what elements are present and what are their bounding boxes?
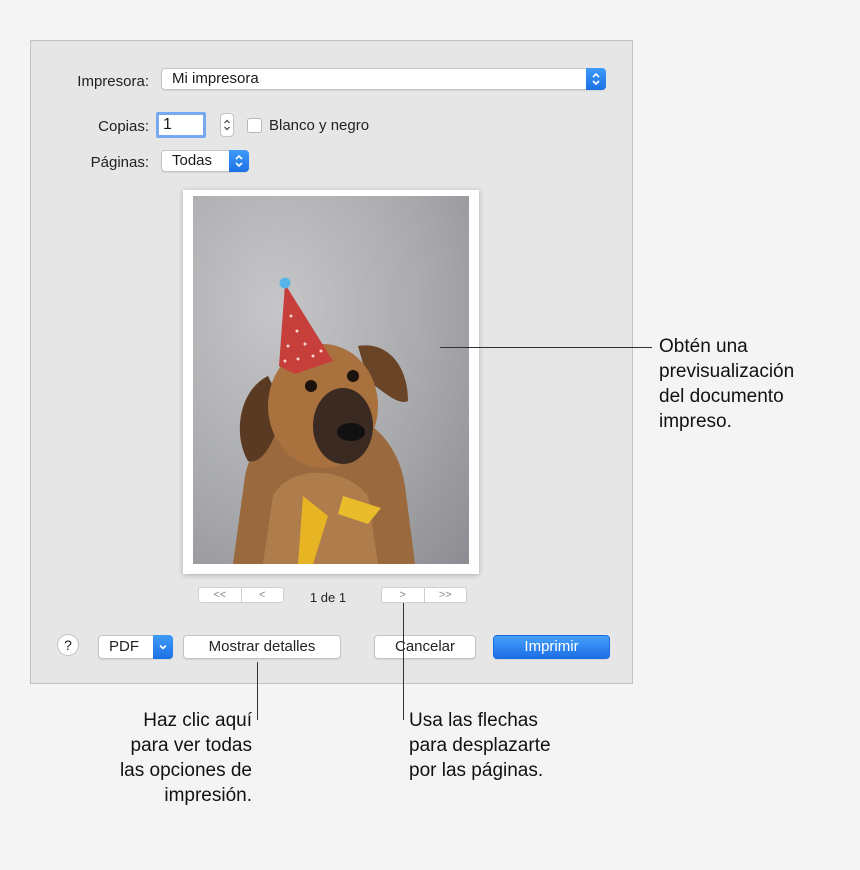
print-preview (183, 190, 479, 574)
callout-line: Haz clic aquí (143, 710, 252, 731)
copies-stepper[interactable] (220, 113, 234, 137)
next-page-button[interactable]: > (382, 588, 424, 602)
pages-value: Todas (172, 152, 213, 169)
nav-back-group: << < (198, 587, 284, 603)
callout-line: previsualización (659, 361, 795, 382)
callout-line: impreso. (659, 411, 732, 432)
preview-callout-line (440, 347, 652, 348)
details-callout-line (257, 662, 258, 720)
help-icon[interactable]: ? (57, 634, 79, 656)
callout-line: las opciones de (119, 760, 252, 781)
callout-line: por las páginas. (409, 760, 544, 781)
copies-label: Copias: (98, 118, 149, 135)
cancel-button[interactable]: Cancelar (374, 635, 476, 659)
details-callout: Haz clic aquí para ver todas las opcione… (60, 708, 252, 808)
callout-line: para ver todas (130, 735, 252, 756)
printer-select[interactable]: Mi impresora (161, 68, 606, 90)
bw-label: Blanco y negro (269, 117, 370, 134)
copies-value: 1 (163, 116, 172, 133)
arrows-callout: Usa las flechas para desplazarte por las… (409, 708, 551, 783)
pdf-menu-button[interactable]: PDF (98, 635, 173, 659)
chevron-down-icon (153, 635, 173, 659)
callout-line: para desplazarte (409, 735, 551, 756)
print-button[interactable]: Imprimir (493, 635, 610, 659)
copies-input[interactable]: 1 (156, 112, 206, 138)
nav-forward-group: > >> (381, 587, 467, 603)
printer-label: Impresora: (77, 73, 149, 90)
pdf-label: PDF (109, 638, 139, 655)
callout-line: impresión. (164, 785, 252, 806)
chevron-updown-icon (586, 68, 606, 90)
callout-line: Obtén una (659, 336, 748, 357)
printer-value: Mi impresora (172, 70, 259, 87)
chevron-updown-icon (224, 119, 230, 131)
bw-checkbox[interactable] (247, 118, 262, 133)
show-details-button[interactable]: Mostrar detalles (183, 635, 341, 659)
prev-page-button[interactable]: < (240, 588, 284, 602)
page-indicator: 1 de 1 (309, 590, 347, 605)
pages-label: Páginas: (90, 154, 149, 171)
first-page-button[interactable]: << (199, 588, 241, 602)
preview-photo (193, 196, 469, 564)
callout-line: del documento (659, 386, 784, 407)
last-page-button[interactable]: >> (423, 588, 467, 602)
pages-select[interactable]: Todas (161, 150, 249, 172)
arrows-callout-line (403, 603, 404, 720)
preview-callout: Obtén una previsualización del documento… (659, 334, 794, 434)
callout-line: Usa las flechas (409, 710, 538, 731)
chevron-updown-icon (229, 150, 249, 172)
print-dialog: Impresora: Mi impresora Copias: 1 Blanco… (30, 40, 633, 684)
